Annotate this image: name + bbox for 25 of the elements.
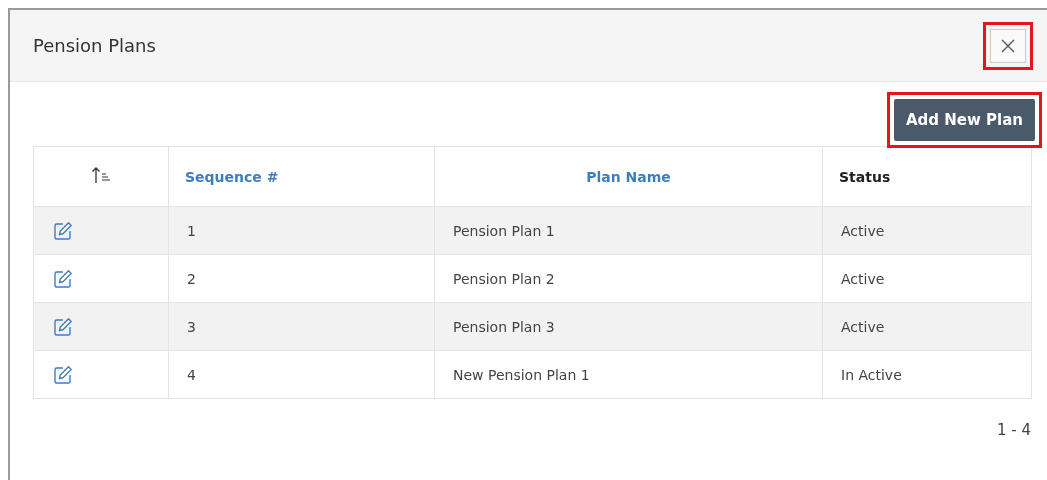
- table-cell: New Pension Plan 1: [434, 350, 823, 399]
- pagination-range: 1 - 4: [996, 421, 1031, 439]
- dialog-title: Pension Plans: [33, 35, 156, 56]
- table-cell: Active: [822, 206, 1032, 255]
- add-new-plan-button[interactable]: Add New Plan: [893, 99, 1035, 141]
- table-cell: Pension Plan 3: [434, 302, 823, 351]
- table-cell: 3: [168, 302, 435, 351]
- table-cell: Active: [822, 302, 1032, 351]
- table-cell: Active: [822, 254, 1032, 303]
- table-cell: 2: [168, 254, 435, 303]
- edit-icon[interactable]: [53, 364, 73, 385]
- sort-icon[interactable]: [91, 166, 111, 184]
- table-cell: Pension Plan 1: [434, 206, 823, 255]
- column-header[interactable]: Sequence #: [168, 146, 435, 207]
- column-header[interactable]: Plan Name: [434, 146, 823, 207]
- table-cell: 4: [168, 350, 435, 399]
- edit-icon[interactable]: [53, 316, 73, 337]
- edit-icon[interactable]: [53, 220, 73, 241]
- table-cell: Pension Plan 2: [434, 254, 823, 303]
- table-cell: In Active: [822, 350, 1032, 399]
- close-icon: [1000, 37, 1016, 54]
- table-cell: 1: [168, 206, 435, 255]
- edit-icon[interactable]: [53, 268, 73, 289]
- close-button[interactable]: [990, 28, 1026, 63]
- column-header: Status: [822, 146, 1032, 207]
